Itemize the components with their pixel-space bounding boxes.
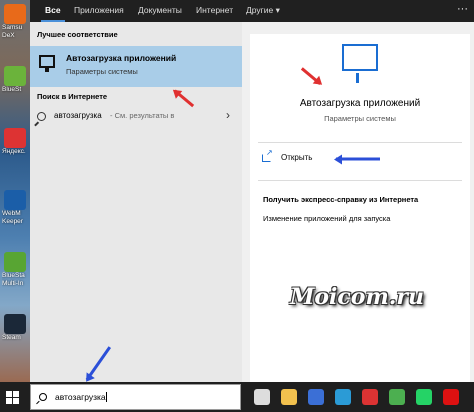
tab-internet[interactable]: Интернет [196, 0, 233, 22]
results-list: Лучшее соответствие Автозагрузка приложе… [30, 22, 242, 382]
ellipsis-icon[interactable]: ··· [457, 3, 468, 15]
search-panel: Все Приложения Документы Интернет Другие… [30, 0, 474, 382]
taskbar: автозагрузка [0, 382, 474, 412]
tab-documents[interactable]: Документы [138, 0, 182, 22]
web-search-hint: - См. результаты в [110, 111, 175, 120]
desktop-shortcut[interactable]: Steam [2, 314, 28, 360]
search-icon [37, 112, 46, 121]
desktop-shortcut[interactable]: WebM Keeper [2, 190, 28, 236]
tab-other-label: Другие [246, 5, 274, 15]
help-heading: Получить экспресс-справку из Интернета [263, 195, 419, 204]
file-explorer-icon[interactable] [281, 389, 297, 405]
samsung-dex-icon [4, 4, 26, 24]
preview-pane: Автозагрузка приложений Параметры систем… [250, 34, 470, 382]
desktop-shortcut[interactable]: BlueSt [2, 66, 28, 112]
desktop-icons: Samsu DeX BlueSt Яндекс. WebM Keeper BlueSta… [0, 0, 30, 382]
desktop-shortcut[interactable]: Яндекс. [2, 128, 28, 174]
desktop-shortcut-label: Яндекс. [2, 148, 26, 155]
store-icon[interactable] [308, 389, 324, 405]
best-match-heading: Лучшее соответствие [37, 30, 118, 39]
best-match-subtitle: Параметры системы [66, 67, 138, 76]
blue-arrow-open [336, 158, 380, 161]
web-search-query: автозагрузка [54, 111, 102, 120]
help-link[interactable]: Изменение приложений для запуска [263, 214, 390, 223]
yandex-browser-icon[interactable] [362, 389, 378, 405]
search-tabs: Все Приложения Документы Интернет Другие… [30, 0, 474, 22]
monitor-icon [39, 55, 55, 72]
tab-all[interactable]: Все [41, 0, 65, 22]
windows-start-icon[interactable] [6, 391, 19, 404]
preview-subtitle: Параметры системы [324, 114, 396, 123]
taskbar-search-text: автозагрузка [55, 392, 107, 402]
watermark: Moicom.ru [290, 284, 424, 310]
steam-icon [4, 314, 26, 334]
desktop-shortcut-label: BlueSta Multi-In [2, 272, 25, 287]
tab-other[interactable]: Другие ▾ [246, 0, 280, 22]
divider [258, 142, 462, 143]
monitor-icon [342, 44, 378, 83]
desktop-shortcut[interactable]: BlueSta Multi-In [2, 252, 28, 298]
chevron-down-icon: ▾ [275, 5, 280, 15]
desktop-shortcut-label: WebM Keeper [2, 210, 23, 225]
whatsapp-icon[interactable] [416, 389, 432, 405]
tab-apps[interactable]: Приложения [74, 0, 124, 22]
preview-title: Автозагрузка приложений [299, 98, 421, 109]
best-match-title: Автозагрузка приложений [66, 53, 177, 63]
taskbar-search-input[interactable]: автозагрузка [30, 384, 241, 410]
edge-icon[interactable] [335, 389, 351, 405]
desktop-shortcut-label: Steam [2, 334, 21, 341]
desktop-shortcut-label: BlueSt [2, 86, 22, 93]
best-match-item[interactable]: Автозагрузка приложений Параметры систем… [30, 46, 242, 87]
webmoney-keeper-icon [4, 190, 26, 210]
desktop-shortcut-label: Samsu DeX [2, 24, 23, 39]
bluestacks-multi-instance-icon [4, 252, 26, 272]
web-search-heading: Поиск в Интернете [37, 92, 108, 101]
search-icon [39, 393, 47, 401]
bluestacks-icon [4, 66, 26, 86]
open-icon [262, 148, 273, 162]
task-view-icon[interactable] [254, 389, 270, 405]
open-label: Открыть [281, 153, 313, 162]
divider [258, 180, 462, 181]
chrome-icon[interactable] [389, 389, 405, 405]
yandex-browser-icon [4, 128, 26, 148]
web-search-item[interactable]: автозагрузка - См. результаты в › [30, 108, 242, 130]
opera-icon[interactable] [443, 389, 459, 405]
desktop-shortcut[interactable]: Samsu DeX [2, 4, 28, 50]
chevron-right-icon[interactable]: › [226, 108, 230, 122]
